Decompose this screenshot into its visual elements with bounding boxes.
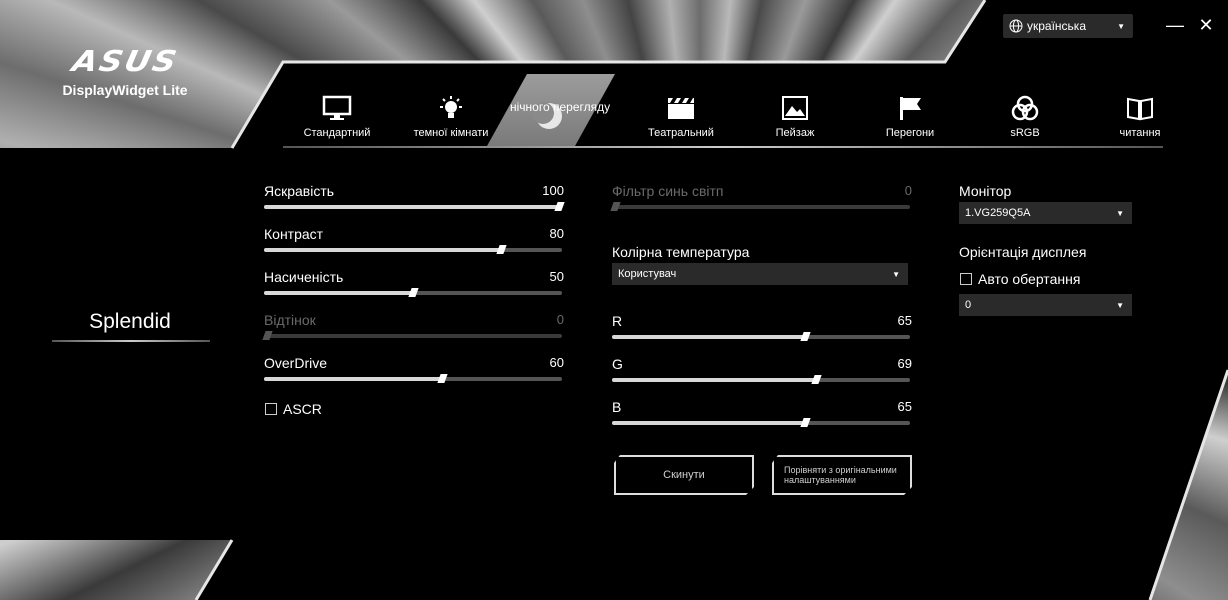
slider-value: 0 xyxy=(556,312,564,327)
slider-label: OverDrive xyxy=(264,355,328,371)
app-name: DisplayWidget Lite xyxy=(62,82,188,98)
chevron-down-icon: ▼ xyxy=(1116,208,1124,218)
tab-reading[interactable]: читання xyxy=(1112,95,1168,139)
slider-value: 0 xyxy=(904,183,912,198)
slider-fill xyxy=(264,205,562,209)
slider-value: 60 xyxy=(549,355,564,370)
tab-racing[interactable]: Перегони xyxy=(880,95,940,139)
orientation-label: Орієнтація дисплея xyxy=(959,244,1087,260)
slider-fill xyxy=(612,335,806,339)
ascr-label: ASCR xyxy=(283,401,322,417)
compare-button[interactable]: Порівняти з оригінальними налаштуваннями xyxy=(772,455,912,495)
monitor-icon xyxy=(322,95,352,120)
landscape-icon xyxy=(782,96,808,120)
language-value: українська xyxy=(1027,19,1086,33)
slider-label: Фільтр синь світп xyxy=(612,183,724,199)
slider-fill xyxy=(264,377,443,381)
asus-logo: ASUS xyxy=(68,43,182,79)
slider-fill xyxy=(612,421,806,425)
monitor-value: 1.VG259Q5A xyxy=(965,207,1031,219)
auto-rotate-checkbox[interactable]: Авто обертання xyxy=(960,271,1080,287)
slider-value: 100 xyxy=(542,183,564,198)
tab-label: sRGB xyxy=(1010,127,1040,139)
tab-label: темної кімнати xyxy=(413,127,489,139)
orientation-select[interactable]: 0 ▼ xyxy=(959,294,1132,316)
clapper-icon xyxy=(668,98,694,119)
slider-track[interactable] xyxy=(264,202,565,211)
book-icon xyxy=(1127,97,1153,121)
slider-track[interactable] xyxy=(264,245,562,254)
color-temp-value: Користувач xyxy=(618,268,677,280)
orientation-value: 0 xyxy=(965,299,972,311)
color-temp-label: Колірна температура xyxy=(612,244,750,260)
reset-label: Скинути xyxy=(663,469,705,481)
minimize-button[interactable]: — xyxy=(1164,14,1186,36)
slider-fill xyxy=(264,248,503,252)
slider-track[interactable] xyxy=(612,375,910,384)
ascr-checkbox[interactable]: ASCR xyxy=(265,401,322,417)
slider-label: Контраст xyxy=(264,226,324,242)
chevron-down-icon: ▼ xyxy=(892,269,900,279)
slider-label: Яскравість xyxy=(264,183,335,199)
flag-icon xyxy=(900,97,921,120)
slider-label: R xyxy=(612,313,623,329)
tab-landscape[interactable]: Пейзаж xyxy=(765,95,825,139)
slider-track[interactable] xyxy=(612,332,910,341)
tab-label: читання xyxy=(1119,127,1161,139)
slider-fill xyxy=(264,291,413,295)
slider-label: G xyxy=(612,356,623,372)
bulb-icon xyxy=(440,96,462,118)
tab-label: Театральний xyxy=(648,127,714,139)
close-button[interactable]: ✕ xyxy=(1195,14,1217,36)
tab-night-view[interactable]: нічного перегляду xyxy=(510,100,610,114)
compare-label: Порівняти з оригінальними налаштуваннями xyxy=(784,465,897,485)
slider-label: Насиченість xyxy=(264,269,344,285)
slider-track[interactable] xyxy=(610,202,910,211)
chevron-down-icon: ▼ xyxy=(1116,300,1124,310)
tab-standard[interactable]: Стандартний xyxy=(302,95,372,139)
globe-icon xyxy=(1009,19,1023,33)
slider-track[interactable] xyxy=(264,288,562,297)
slider-value: 80 xyxy=(549,226,564,241)
slider-track[interactable] xyxy=(612,418,910,427)
monitor-label: Монітор xyxy=(959,183,1012,199)
page-title: Splendid xyxy=(89,310,171,333)
app-logo: ASUS DisplayWidget Lite xyxy=(55,42,195,98)
title-underline xyxy=(52,340,210,342)
checkbox-box[interactable] xyxy=(960,273,972,285)
slider-value: 65 xyxy=(897,313,912,328)
tab-label: Пейзаж xyxy=(775,127,815,139)
chevron-down-icon: ▼ xyxy=(1117,21,1125,31)
tab-dark-room[interactable]: темної кімнати xyxy=(410,95,492,139)
tab-theater[interactable]: Театральний xyxy=(645,95,717,139)
rgb-icon xyxy=(1011,95,1039,121)
reset-button[interactable]: Скинути xyxy=(614,455,754,495)
monitor-select[interactable]: 1.VG259Q5A ▼ xyxy=(959,202,1132,224)
color-temp-select[interactable]: Користувач ▼ xyxy=(612,263,908,285)
slider-value: 69 xyxy=(897,356,912,371)
language-select[interactable]: українська ▼ xyxy=(1003,14,1133,38)
slider-label: Відтінок xyxy=(264,312,316,328)
slider-label: B xyxy=(612,399,622,415)
slider-value: 65 xyxy=(897,399,912,414)
slider-value: 50 xyxy=(549,269,564,284)
tab-label: Перегони xyxy=(885,127,935,139)
tab-srgb[interactable]: sRGB xyxy=(1000,95,1050,139)
slider-track[interactable] xyxy=(264,374,562,383)
auto-rotate-label: Авто обертання xyxy=(978,271,1081,287)
checkbox-box[interactable] xyxy=(265,403,277,415)
tab-label: Стандартний xyxy=(303,127,371,139)
slider-track[interactable] xyxy=(262,331,562,340)
slider-fill xyxy=(612,378,818,382)
tabs-divider xyxy=(283,146,1163,148)
